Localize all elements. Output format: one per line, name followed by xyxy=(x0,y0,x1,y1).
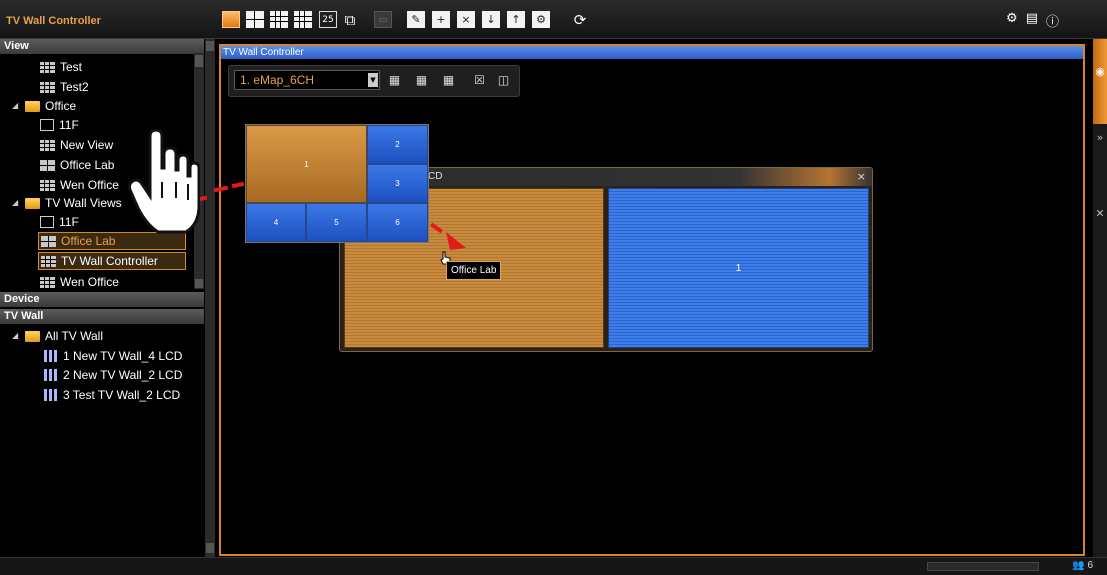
layout-single-button[interactable] xyxy=(222,11,240,28)
expand-arrow-icon[interactable]: ◢ xyxy=(12,194,20,212)
tree-item-tv-wall-3[interactable]: 3 Test TV Wall_2 LCD xyxy=(44,386,180,404)
tools-icon[interactable]: ✕ xyxy=(1093,207,1107,223)
emap-icon xyxy=(40,119,54,131)
tree-item-new-view[interactable]: New View xyxy=(40,136,113,154)
app-title: TV Wall Controller xyxy=(6,15,101,27)
view-scroll-up[interactable] xyxy=(195,55,203,67)
tv-wall-icon xyxy=(44,350,58,362)
chevron-down-icon[interactable]: ▼ xyxy=(368,73,378,87)
tvwall-section-header[interactable]: TV Wall xyxy=(0,309,204,324)
grid-icon xyxy=(40,61,55,73)
gear-icon[interactable]: ⚙ xyxy=(1006,11,1018,30)
left-panel: View Test Test2 ◢ Office 11F New View Of… xyxy=(0,39,217,557)
tv-wall-icon xyxy=(44,369,58,381)
panel-scroll-down[interactable] xyxy=(206,543,214,553)
tree-item-11f[interactable]: 11F xyxy=(40,116,79,134)
monitor-button[interactable]: ▭ xyxy=(374,11,392,28)
view-scroll-down[interactable] xyxy=(195,279,203,288)
info-icon[interactable]: ⓘ xyxy=(1046,11,1059,30)
tv-wall-toolbar: 1. eMap_6CH ▼ ▦ ▦ ▦ ☒ ◫ xyxy=(228,65,520,97)
emap-icon xyxy=(40,216,54,228)
tree-item-office-lab[interactable]: Office Lab xyxy=(40,156,114,174)
drag-arrow-head-icon xyxy=(446,232,466,250)
wall-settings-icon[interactable]: ▦ xyxy=(386,72,403,88)
view-section-header[interactable]: View xyxy=(0,39,204,54)
tree-item-wen-office[interactable]: Wen Office xyxy=(40,176,119,194)
close-icon[interactable]: × xyxy=(857,168,866,186)
grid-icon xyxy=(40,276,55,288)
grid4-icon xyxy=(41,235,56,247)
main-title-bar: TV Wall Controller xyxy=(221,46,1083,59)
grid-icon xyxy=(40,179,55,191)
add-wall-icon[interactable]: ▦ xyxy=(413,72,430,88)
panel-scroll-up[interactable] xyxy=(206,41,214,51)
device-section-header[interactable]: Device xyxy=(0,292,204,307)
layout-cell-4[interactable]: 4 xyxy=(246,203,306,242)
right-side-rail: ◉ » ✕ xyxy=(1093,39,1107,557)
emap-select[interactable]: 1. eMap_6CH ▼ xyxy=(234,70,380,90)
refresh-icon[interactable]: ⟳ xyxy=(571,11,589,29)
lcd-screen-1[interactable]: 1 xyxy=(608,188,869,348)
grid4-icon xyxy=(40,159,55,171)
top-toolbar: TV Wall Controller 25 ⧉ ▭ ✎ + × ↓ ↑ ⚙ ⟳ … xyxy=(0,0,1107,39)
panel-scrollbar[interactable] xyxy=(205,39,215,557)
folder-icon xyxy=(25,197,40,209)
tree-item-tv-wall-controller[interactable]: TV Wall Controller xyxy=(38,252,186,270)
layout-25-button[interactable]: 25 xyxy=(319,11,337,28)
window-icon[interactable]: ◫ xyxy=(495,72,512,88)
tree-item-wen-office-2[interactable]: Wen Office xyxy=(40,273,119,291)
tree-item-tv-wall-1[interactable]: 1 New TV Wall_4 LCD xyxy=(44,347,182,365)
add-view-button[interactable]: + xyxy=(432,11,450,28)
volume-meter[interactable] xyxy=(927,562,1039,571)
popup-window-button[interactable]: ⧉ xyxy=(341,11,359,29)
expand-arrow-icon[interactable]: ◢ xyxy=(12,97,20,115)
tree-folder-tv-wall-views[interactable]: ◢ TV Wall Views xyxy=(12,194,122,212)
online-user-count: 👥 6 xyxy=(1072,560,1093,571)
settings-view-button[interactable]: ⚙ xyxy=(532,11,550,28)
folder-icon xyxy=(25,330,40,342)
tree-folder-all-tv-wall[interactable]: ◢ All TV Wall xyxy=(12,327,103,345)
tree-item-test2[interactable]: Test2 xyxy=(40,78,89,96)
tree-folder-office[interactable]: ◢ Office xyxy=(12,97,76,115)
layout-16-button[interactable] xyxy=(294,11,312,28)
folder-icon xyxy=(25,100,40,112)
tree-item-11f-tvwall[interactable]: 11F xyxy=(40,213,79,231)
grid-icon xyxy=(40,139,55,151)
export-view-button[interactable]: ↑ xyxy=(507,11,525,28)
layout-cell-6[interactable]: 6 xyxy=(367,203,428,242)
eye-icon[interactable]: ◉ xyxy=(1093,39,1107,124)
layout-cell-3[interactable]: 3 xyxy=(367,164,428,203)
document-icon[interactable]: ▤ xyxy=(1026,11,1038,30)
tree-item-tv-wall-2[interactable]: 2 New TV Wall_2 LCD xyxy=(44,366,182,384)
edit-view-button[interactable]: ✎ xyxy=(407,11,425,28)
delete-view-button[interactable]: × xyxy=(457,11,475,28)
clear-screen-icon[interactable]: ☒ xyxy=(471,72,488,88)
layout-cell-2[interactable]: 2 xyxy=(367,125,428,164)
drag-tooltip: Office Lab xyxy=(446,261,502,280)
tv-wall-icon xyxy=(44,389,58,401)
hand-pointer-icon xyxy=(128,128,200,234)
layout-drag-preview[interactable]: 1 2 3 4 5 6 xyxy=(245,124,429,243)
expand-arrow-icon[interactable]: ◢ xyxy=(12,327,20,345)
layout-cell-1[interactable]: 1 xyxy=(246,125,367,203)
status-bar: 👥 6 xyxy=(0,557,1107,575)
layout-9-button[interactable] xyxy=(270,11,288,28)
grid-icon xyxy=(41,255,56,267)
tree-item-test[interactable]: Test xyxy=(40,58,82,76)
users-icon: 👥 xyxy=(1072,560,1085,571)
grid-icon xyxy=(40,81,55,93)
wall-layout-icon[interactable]: ▦ xyxy=(440,72,457,88)
expand-right-icon[interactable]: » xyxy=(1093,131,1107,147)
layout-4-button[interactable] xyxy=(246,11,264,28)
layout-cell-5[interactable]: 5 xyxy=(306,203,367,242)
import-view-button[interactable]: ↓ xyxy=(482,11,500,28)
